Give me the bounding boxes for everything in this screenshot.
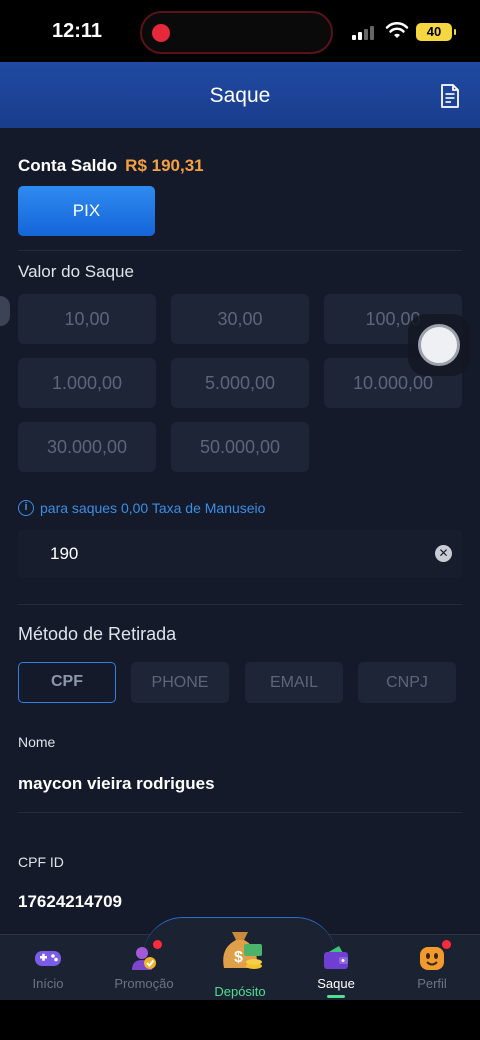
wallet-icon xyxy=(324,946,348,969)
nav-label: Saque xyxy=(317,976,355,991)
recording-icon xyxy=(152,24,170,42)
svg-text:$: $ xyxy=(234,949,243,966)
divider xyxy=(18,812,462,813)
home-indicator-area xyxy=(0,1000,480,1040)
wifi-icon xyxy=(385,22,409,38)
document-icon[interactable] xyxy=(440,83,460,109)
amount-option[interactable]: 30,00 xyxy=(171,294,309,344)
amount-option[interactable]: 10,00 xyxy=(18,294,156,344)
pix-button[interactable]: PIX xyxy=(18,186,155,236)
gamepad-icon xyxy=(35,951,61,966)
method-label: Método de Retirada xyxy=(18,624,177,644)
status-bar: 12:11 40 xyxy=(0,0,480,62)
tab-cpf[interactable]: CPF xyxy=(18,662,116,703)
info-icon: i xyxy=(18,500,34,516)
balance-value: R$ 190,31 xyxy=(125,156,204,175)
nav-deposito[interactable]: $ Depósito xyxy=(192,922,288,1000)
status-time: 12:11 xyxy=(52,20,103,42)
battery-icon: 40 xyxy=(416,23,456,41)
divider xyxy=(18,250,462,251)
amount-option[interactable]: 30.000,00 xyxy=(18,422,156,472)
assistive-touch-button[interactable] xyxy=(408,314,470,376)
nav-saque[interactable]: Saque xyxy=(288,934,384,1000)
amount-input-value[interactable]: 190 xyxy=(50,544,78,564)
name-value: maycon vieira rodrigues xyxy=(18,774,215,793)
dynamic-island xyxy=(140,11,333,54)
tab-email[interactable]: EMAIL xyxy=(245,662,343,703)
nav-label: Perfil xyxy=(417,976,447,991)
amount-option[interactable]: 50.000,00 xyxy=(171,422,309,472)
nav-label: Início xyxy=(32,976,64,991)
cpf-label: CPF ID xyxy=(18,854,64,870)
balance-label: Conta Saldo xyxy=(18,156,118,175)
signal-icon xyxy=(352,24,378,40)
header: Saque xyxy=(0,62,480,128)
money-bag-icon: $ xyxy=(223,932,262,969)
notification-dot xyxy=(153,940,162,949)
clear-icon[interactable]: ✕ xyxy=(435,545,452,562)
nav-label: Depósito xyxy=(214,984,266,999)
nav-promocao[interactable]: Promoção xyxy=(96,934,192,1000)
amount-option[interactable]: 1.000,00 xyxy=(18,358,156,408)
nav-label: Promoção xyxy=(114,976,174,991)
fee-info-text: para saques 0,00 Taxa de Manuseio xyxy=(40,500,266,516)
amount-option[interactable]: 5.000,00 xyxy=(171,358,309,408)
name-label: Nome xyxy=(18,734,56,750)
tab-phone[interactable]: PHONE xyxy=(131,662,229,703)
cpf-value: 17624214709 xyxy=(18,892,123,911)
amount-input[interactable]: 190 ✕ xyxy=(18,530,462,578)
balance-row: Conta Saldo R$ 190,31 xyxy=(18,156,204,176)
active-indicator xyxy=(327,995,345,998)
assistive-touch-icon xyxy=(418,324,460,366)
withdraw-amount-label: Valor do Saque xyxy=(18,262,134,281)
nav-perfil[interactable]: Perfil xyxy=(384,934,480,1000)
notification-dot xyxy=(442,940,451,949)
withdraw-content: Conta Saldo R$ 190,31 PIX Valor do Saque … xyxy=(0,128,480,934)
nav-inicio[interactable]: Início xyxy=(0,934,96,1000)
page-title: Saque xyxy=(209,84,271,107)
fee-info: i para saques 0,00 Taxa de Manuseio xyxy=(18,500,265,516)
divider xyxy=(18,604,462,605)
tab-cnpj[interactable]: CNPJ xyxy=(358,662,456,703)
